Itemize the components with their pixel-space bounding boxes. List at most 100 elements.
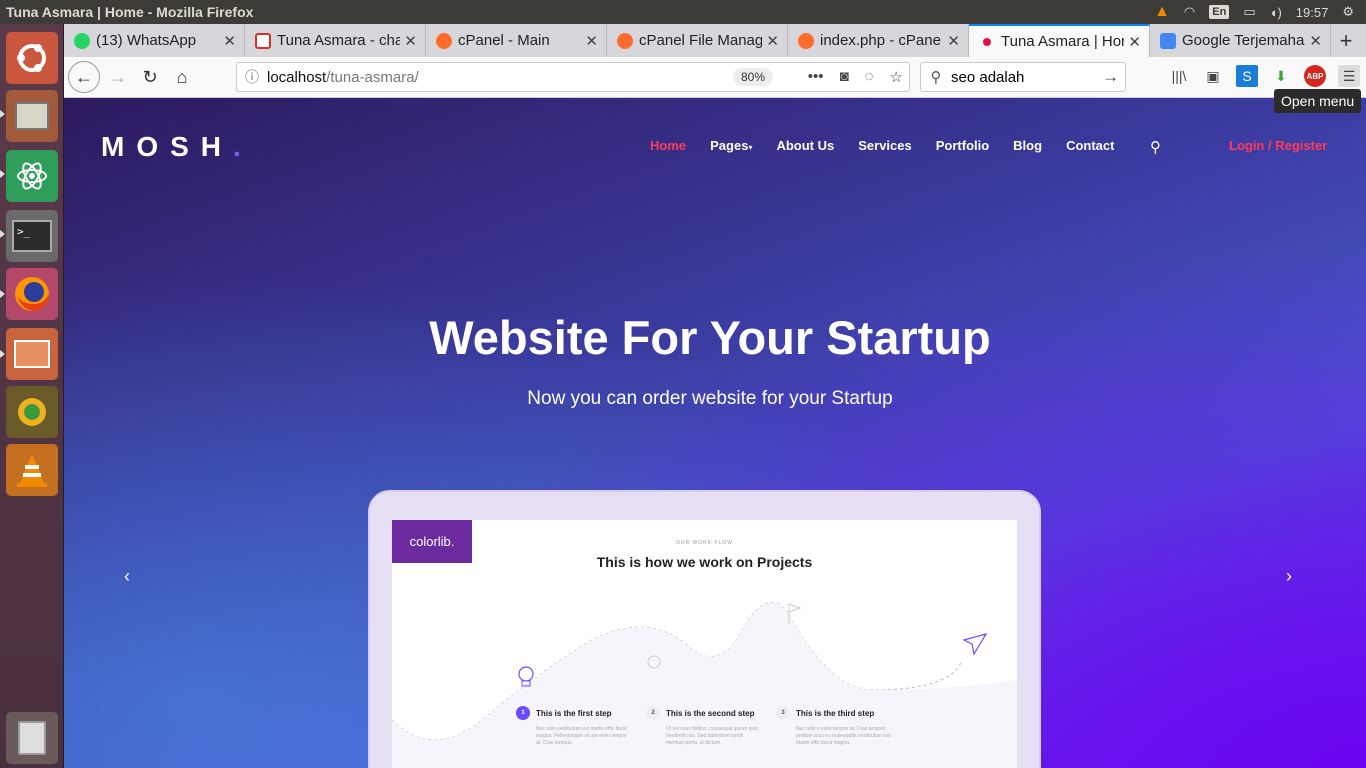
os-top-bar: Tuna Asmara | Home - Mozilla Firefox ▲ ◠… xyxy=(0,0,1366,24)
step-number: 2 xyxy=(646,706,660,720)
nav-services[interactable]: Services xyxy=(858,138,912,153)
back-button[interactable]: ← xyxy=(68,61,100,93)
launcher-indicator xyxy=(0,110,5,118)
web-page: MOSH. Home Pages▾ About Us Services Port… xyxy=(64,98,1366,768)
nav-blog[interactable]: Blog xyxy=(1013,138,1042,153)
carousel-prev-icon[interactable]: ‹ xyxy=(124,566,130,587)
tab-cpanel-main[interactable]: cPanel - Main ✕ xyxy=(426,24,607,57)
zoom-indicator[interactable]: 80% xyxy=(732,68,773,86)
search-icon[interactable]: ⚲ xyxy=(1150,138,1161,156)
close-icon[interactable]: ✕ xyxy=(585,32,598,50)
nav-bar: ← → ↻ ⌂ ⓘ localhost/tuna-asmara/ 80% •••… xyxy=(64,57,1366,98)
lucky-app-icon[interactable] xyxy=(6,386,58,438)
trash-icon[interactable] xyxy=(6,712,58,764)
nav-about[interactable]: About Us xyxy=(776,138,834,153)
site-icon xyxy=(983,37,991,46)
laptop-mockup: colorlib. OUR WORK FLOW This is how we w… xyxy=(368,490,1041,768)
nav-contact[interactable]: Contact xyxy=(1066,138,1114,153)
tab-label: cPanel - Main xyxy=(458,32,550,49)
search-go-arrow-icon[interactable]: → xyxy=(1102,67,1119,87)
step-description: Nec odio v estio tempor at. Cras tempus … xyxy=(796,726,890,746)
carousel-next-icon[interactable]: › xyxy=(1286,566,1292,587)
atom-icon[interactable] xyxy=(6,150,58,202)
vlc-tray-icon[interactable]: ▲ xyxy=(1154,3,1170,21)
library-icon[interactable]: |||\ xyxy=(1168,65,1190,87)
tab-gmail[interactable]: Tuna Asmara - cha ✕ xyxy=(245,24,426,57)
gear-icon[interactable]: ⚙ xyxy=(1342,4,1354,20)
gmail-icon xyxy=(255,32,271,49)
wifi-icon[interactable]: ◠ xyxy=(1184,4,1195,20)
tab-cpanel-index[interactable]: index.php - cPane ✕ xyxy=(788,24,969,57)
site-nav: Home Pages▾ About Us Services Portfolio … xyxy=(650,138,1114,153)
url-host: localhost xyxy=(267,68,327,86)
battery-icon[interactable]: ▭ xyxy=(1243,4,1255,20)
file-manager-icon[interactable] xyxy=(6,328,58,380)
clock[interactable]: 19:57 xyxy=(1296,5,1329,20)
tab-bar: (13) WhatsApp ✕ Tuna Asmara - cha ✕ cPan… xyxy=(64,24,1366,57)
step-description: Ut vel risus finibus, consequat ipsum qu… xyxy=(666,726,760,746)
close-icon[interactable]: ✕ xyxy=(766,32,779,50)
home-button[interactable]: ⌂ xyxy=(166,61,198,93)
site-logo[interactable]: MOSH. xyxy=(101,131,253,163)
step-number: 3 xyxy=(776,706,790,720)
hero-subtitle: Now you can order website for your Start… xyxy=(527,388,893,409)
screenshot-extension-icon[interactable]: S xyxy=(1236,65,1258,87)
step-description: Nec odio vestibulum est mattis effic itu… xyxy=(536,726,627,746)
tab-tuna-asmara-home[interactable]: Tuna Asmara | Hor ✕ xyxy=(969,24,1150,57)
launcher-indicator xyxy=(0,290,5,298)
url-path: /tuna-asmara/ xyxy=(326,68,419,86)
forward-button[interactable]: → xyxy=(102,61,134,93)
new-tab-button[interactable]: + xyxy=(1331,24,1361,57)
step-label: This is the second step xyxy=(666,708,755,718)
search-bar[interactable]: ⚲ seo adalah → xyxy=(920,62,1126,92)
workflow-step: 3 This is the third step xyxy=(776,706,874,720)
tab-google-translate[interactable]: Google Terjemaha ✕ xyxy=(1150,24,1331,57)
close-icon[interactable]: ✕ xyxy=(1128,33,1141,51)
bookmark-star-icon[interactable]: ☆ xyxy=(890,68,903,86)
tab-label: (13) WhatsApp xyxy=(96,32,197,49)
login-register-link[interactable]: Login / Register xyxy=(1229,138,1327,153)
nav-portfolio[interactable]: Portfolio xyxy=(936,138,989,153)
toolbar-icons: |||\ ▣ S ⬇ ABP ☰ xyxy=(1168,65,1360,87)
search-input[interactable]: seo adalah xyxy=(951,69,1024,86)
info-icon[interactable]: ⓘ xyxy=(237,67,267,87)
tab-label: Tuna Asmara - cha xyxy=(277,32,401,49)
vlc-icon[interactable] xyxy=(6,444,58,496)
firefox-icon[interactable] xyxy=(6,268,58,320)
nav-home[interactable]: Home xyxy=(650,138,686,153)
files-icon[interactable] xyxy=(6,90,58,142)
google-translate-icon xyxy=(1160,32,1176,49)
tab-label: index.php - cPane xyxy=(820,32,941,49)
terminal-icon[interactable]: >_ xyxy=(6,210,58,262)
page-actions: ••• ◙ ◌ ☆ xyxy=(808,68,903,86)
sidebar-icon[interactable]: ▣ xyxy=(1202,65,1224,87)
download-icon[interactable]: ⬇ xyxy=(1270,65,1292,87)
cpanel-icon xyxy=(436,32,452,49)
chevron-down-icon: ▾ xyxy=(748,143,753,152)
mockup-screen: colorlib. OUR WORK FLOW This is how we w… xyxy=(392,520,1017,768)
close-icon[interactable]: ✕ xyxy=(223,32,236,50)
more-actions-icon[interactable]: ••• xyxy=(808,68,824,86)
tab-whatsapp[interactable]: (13) WhatsApp ✕ xyxy=(64,24,245,57)
workflow-step: 2 This is the second step xyxy=(646,706,754,720)
ubuntu-logo-icon[interactable] xyxy=(6,32,58,84)
keyboard-layout[interactable]: En xyxy=(1209,5,1230,19)
reload-button[interactable]: ↻ xyxy=(134,61,166,93)
window-title: Tuna Asmara | Home - Mozilla Firefox xyxy=(6,4,254,20)
close-icon[interactable]: ✕ xyxy=(947,32,960,50)
reader-icon[interactable]: ◌ xyxy=(865,68,874,86)
close-icon[interactable]: ✕ xyxy=(1309,32,1322,50)
tab-cpanel-file-manager[interactable]: cPanel File Manag ✕ xyxy=(607,24,788,57)
pocket-icon[interactable]: ◙ xyxy=(840,68,849,86)
hero-title: Website For Your Startup xyxy=(429,311,991,364)
close-icon[interactable]: ✕ xyxy=(404,32,417,50)
hamburger-menu-icon[interactable]: ☰ xyxy=(1338,65,1360,87)
adblock-icon[interactable]: ABP xyxy=(1304,65,1326,87)
paper-plane-icon xyxy=(962,633,988,656)
search-icon: ⚲ xyxy=(930,69,942,86)
tab-label: cPanel File Manag xyxy=(639,32,763,49)
nav-pages[interactable]: Pages▾ xyxy=(710,138,752,153)
volume-icon[interactable]: ◖) xyxy=(1270,5,1282,20)
url-bar[interactable]: ⓘ localhost/tuna-asmara/ 80% ••• ◙ ◌ ☆ xyxy=(236,62,910,92)
workflow-step: 1 This is the first step xyxy=(516,706,612,720)
